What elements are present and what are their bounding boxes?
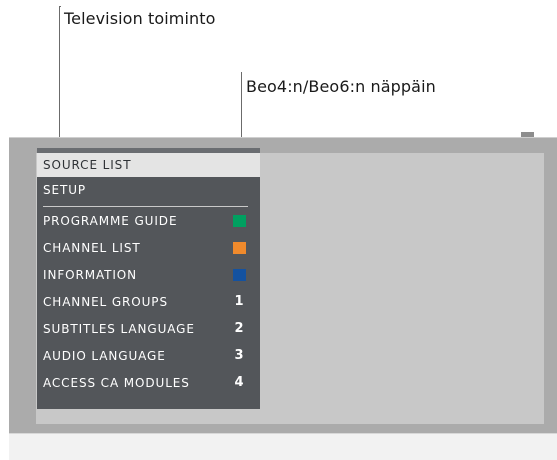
blue-key-icon xyxy=(233,269,246,281)
callout-leader-line-function xyxy=(59,6,60,151)
menu-item-channel-groups[interactable]: CHANNEL GROUPS 1 xyxy=(37,290,260,314)
menu-item-label: AUDIO LANGUAGE xyxy=(43,349,166,363)
menu-divider xyxy=(43,206,248,207)
callout-remote-key: Beo4:n/Beo6:n näppäin xyxy=(246,77,436,96)
menu-item-setup[interactable]: SETUP xyxy=(37,178,260,202)
callout-leader-tick xyxy=(59,6,61,7)
tv-stand xyxy=(9,433,557,460)
menu-item-source-list[interactable]: SOURCE LIST xyxy=(37,153,260,177)
callout-television-function: Television toiminto xyxy=(64,9,216,28)
key-number: 3 xyxy=(234,348,245,363)
menu-item-label: CHANNEL GROUPS xyxy=(43,295,168,309)
menu-item-subtitles-language[interactable]: SUBTITLES LANGUAGE 2 xyxy=(37,317,260,341)
menu-item-label: INFORMATION xyxy=(43,268,138,282)
menu-item-audio-language[interactable]: AUDIO LANGUAGE 3 xyxy=(37,344,260,368)
menu-item-programme-guide[interactable]: PROGRAMME GUIDE xyxy=(37,209,260,233)
menu-item-channel-list[interactable]: CHANNEL LIST xyxy=(37,236,260,260)
menu-item-access-ca-modules[interactable]: ACCESS CA MODULES 4 xyxy=(37,371,260,395)
menu-item-label: SUBTITLES LANGUAGE xyxy=(43,322,195,336)
key-number: 1 xyxy=(234,294,245,309)
yellow-key-icon xyxy=(233,242,246,254)
menu-item-information[interactable]: INFORMATION xyxy=(37,263,260,287)
menu-item-label: ACCESS CA MODULES xyxy=(43,376,190,390)
green-key-icon xyxy=(233,215,246,227)
key-number: 4 xyxy=(234,375,245,390)
key-number: 2 xyxy=(234,321,245,336)
menu-item-label: CHANNEL LIST xyxy=(43,241,141,255)
tv-menu: SOURCE LIST SETUP PROGRAMME GUIDE CHANNE… xyxy=(37,148,260,409)
menu-item-label: SOURCE LIST xyxy=(43,158,132,172)
menu-item-label: SETUP xyxy=(43,183,87,197)
menu-item-label: PROGRAMME GUIDE xyxy=(43,214,178,228)
